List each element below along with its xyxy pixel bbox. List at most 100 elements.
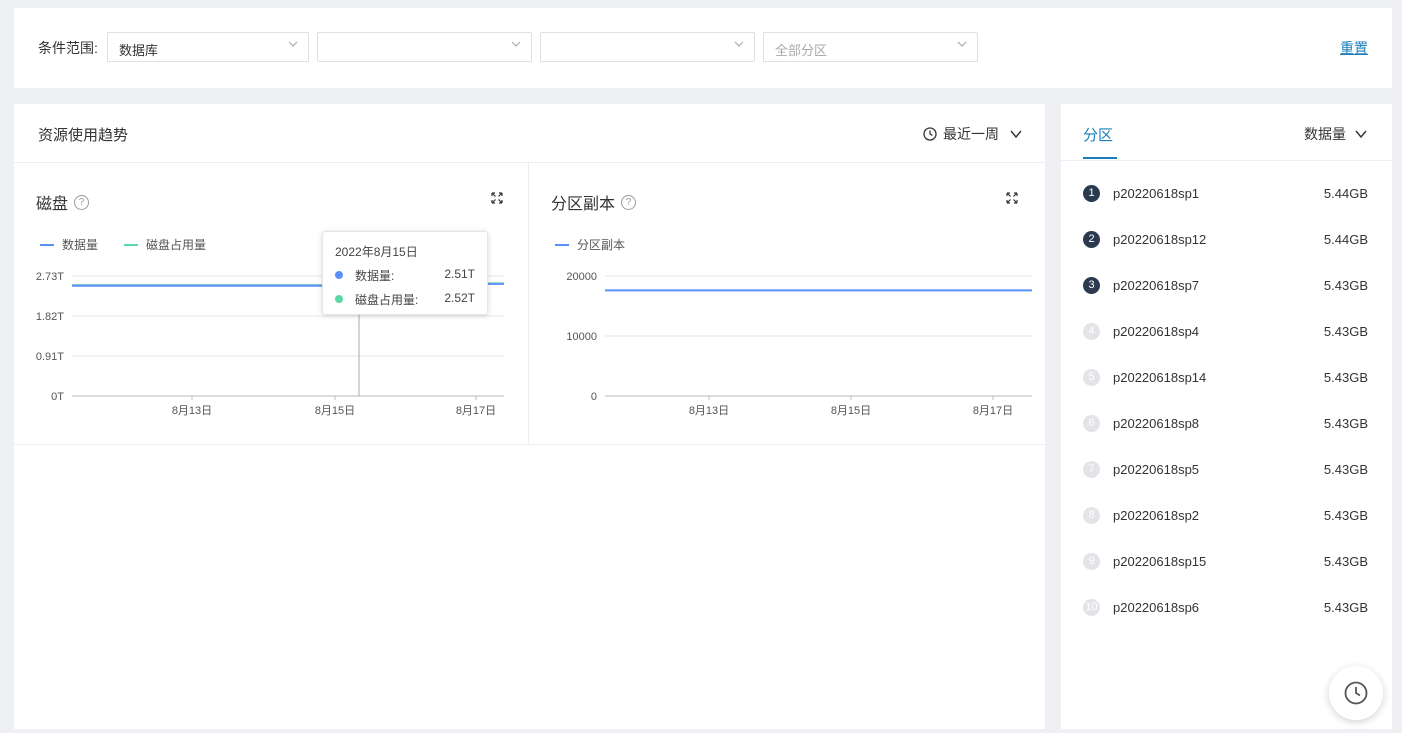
legend-swatch (40, 243, 54, 246)
y-tick-label: 10000 (566, 331, 597, 343)
chevron-down-icon (288, 41, 298, 47)
disk-chart-title: 磁盘 ? (36, 190, 90, 214)
filter-label: 条件范围: (38, 40, 98, 56)
reset-link[interactable]: 重置 (1340, 38, 1368, 58)
partition-select-value: 全部分区 (775, 43, 828, 58)
time-range-label: 最近一周 (943, 126, 999, 142)
series-dot (335, 295, 343, 303)
partition-name: p20220618sp1 (1113, 186, 1200, 201)
sort-dropdown[interactable]: 数据量 (1304, 124, 1368, 144)
partition-row[interactable]: 2 p20220618sp12 5.44GB (1083, 230, 1368, 250)
rank-badge: 8 (1083, 507, 1100, 524)
legend-label[interactable]: 数据量 (62, 236, 98, 253)
x-tick-label: 8月15日 (831, 405, 871, 417)
x-tick-label: 8月13日 (172, 405, 212, 417)
partition-size: 5.43GB (1323, 600, 1368, 615)
partition-name: p20220618sp4 (1113, 324, 1200, 339)
partition-name: p20220618sp15 (1113, 554, 1207, 569)
expand-icon[interactable] (1006, 192, 1018, 204)
panel-title: 资源使用趋势 (38, 127, 129, 144)
legend-swatch (124, 243, 139, 246)
x-tick-label: 8月17日 (973, 405, 1013, 417)
y-tick-label: 20000 (566, 271, 597, 283)
database-select-value: 数据库 (119, 43, 159, 58)
tooltip-value: 2.51T (444, 267, 475, 281)
chevron-down-icon (511, 41, 521, 47)
y-tick-label: 2.73T (36, 271, 64, 283)
partition-row[interactable]: 10 p20220618sp6 5.43GB (1083, 598, 1368, 618)
table-select[interactable] (317, 32, 532, 62)
partition-row[interactable]: 3 p20220618sp7 5.43GB (1083, 276, 1368, 296)
chevron-down-icon (1355, 130, 1367, 139)
divider (1061, 160, 1392, 161)
replica-chart-title-text: 分区副本 (551, 196, 616, 213)
tooltip-row: 磁盘占用量: 2.52T (335, 291, 475, 307)
x-tick-label: 8月15日 (315, 405, 355, 417)
partition-size: 5.43GB (1323, 554, 1368, 569)
disk-chart-legend: 数据量 磁盘占用量 (40, 236, 206, 253)
help-icon[interactable]: ? (621, 194, 637, 210)
y-tick-label: 1.82T (36, 311, 64, 323)
history-button[interactable] (1329, 666, 1383, 720)
rank-badge: 9 (1083, 553, 1100, 570)
partition-row[interactable]: 1 p20220618sp1 5.44GB (1083, 184, 1368, 204)
rank-badge: 2 (1083, 231, 1100, 248)
x-tick-label: 8月13日 (689, 405, 729, 417)
chevron-down-icon (957, 41, 967, 47)
help-icon[interactable]: ? (74, 194, 90, 210)
rank-badge: 3 (1083, 277, 1100, 294)
partition-row[interactable]: 7 p20220618sp5 5.43GB (1083, 460, 1368, 480)
divider (14, 162, 1045, 163)
tooltip-label: 磁盘占用量: (355, 293, 419, 307)
partition-name: p20220618sp2 (1113, 508, 1200, 523)
partition-size: 5.44GB (1323, 186, 1368, 201)
partition-size: 5.44GB (1323, 232, 1368, 247)
partition-row[interactable]: 6 p20220618sp8 5.43GB (1083, 414, 1368, 434)
active-tab-indicator (1083, 157, 1117, 159)
partition-size: 5.43GB (1323, 508, 1368, 523)
divider (14, 444, 1045, 445)
rank-badge: 6 (1083, 415, 1100, 432)
partition-name: p20220618sp5 (1113, 462, 1200, 477)
legend-label[interactable]: 磁盘占用量 (146, 236, 206, 253)
chevron-down-icon (734, 41, 744, 47)
tooltip-row: 数据量: 2.51T (335, 267, 475, 283)
chart-tooltip: 2022年8月15日 数据量: 2.51T 磁盘占用量: 2.52T (322, 231, 488, 315)
rank-badge: 7 (1083, 461, 1100, 478)
filter-bar: 条件范围: 数据库 全部分区 重置 (14, 8, 1392, 88)
expand-icon[interactable] (491, 192, 503, 204)
partition-name: p20220618sp14 (1113, 370, 1207, 385)
replica-line-chart: 0 10000 20000 8月13日 8月15日 8月17日 (566, 271, 1032, 417)
partition-row[interactable]: 8 p20220618sp2 5.43GB (1083, 506, 1368, 526)
resource-trend-panel: 资源使用趋势 最近一周 磁盘 ? 数据量 磁盘占用量 0T 0.91T 1.82T 2… (14, 104, 1045, 729)
partition-row[interactable]: 4 p20220618sp4 5.43GB (1083, 322, 1368, 342)
object-select[interactable] (540, 32, 755, 62)
sort-label: 数据量 (1304, 126, 1346, 142)
partition-name: p20220618sp6 (1113, 600, 1200, 615)
legend-label[interactable]: 分区副本 (577, 236, 625, 253)
rank-badge: 5 (1083, 369, 1100, 386)
tooltip-label: 数据量: (355, 269, 395, 283)
clock-icon (923, 127, 937, 141)
legend-swatch (555, 243, 569, 246)
partition-name: p20220618sp12 (1113, 232, 1207, 247)
y-tick-label: 0 (591, 391, 597, 403)
tooltip-date: 2022年8月15日 (335, 245, 418, 259)
partition-name: p20220618sp7 (1113, 278, 1200, 293)
tab-partition[interactable]: 分区 (1083, 124, 1113, 145)
tooltip-value: 2.52T (444, 291, 475, 305)
partition-row[interactable]: 5 p20220618sp14 5.43GB (1083, 368, 1368, 388)
y-tick-label: 0.91T (36, 351, 64, 363)
partition-select[interactable]: 全部分区 (763, 32, 978, 62)
database-select[interactable]: 数据库 (107, 32, 309, 62)
partition-size: 5.43GB (1323, 324, 1368, 339)
partition-name: p20220618sp8 (1113, 416, 1200, 431)
time-range-dropdown[interactable]: 最近一周 (923, 124, 1023, 144)
partition-row[interactable]: 9 p20220618sp15 5.43GB (1083, 552, 1368, 572)
replica-chart-title: 分区副本 ? (551, 190, 637, 214)
y-tick-label: 0T (51, 391, 64, 403)
rank-badge: 10 (1083, 599, 1100, 616)
history-clock-icon (1344, 681, 1368, 705)
partition-size: 5.43GB (1323, 370, 1368, 385)
partition-size: 5.43GB (1323, 416, 1368, 431)
